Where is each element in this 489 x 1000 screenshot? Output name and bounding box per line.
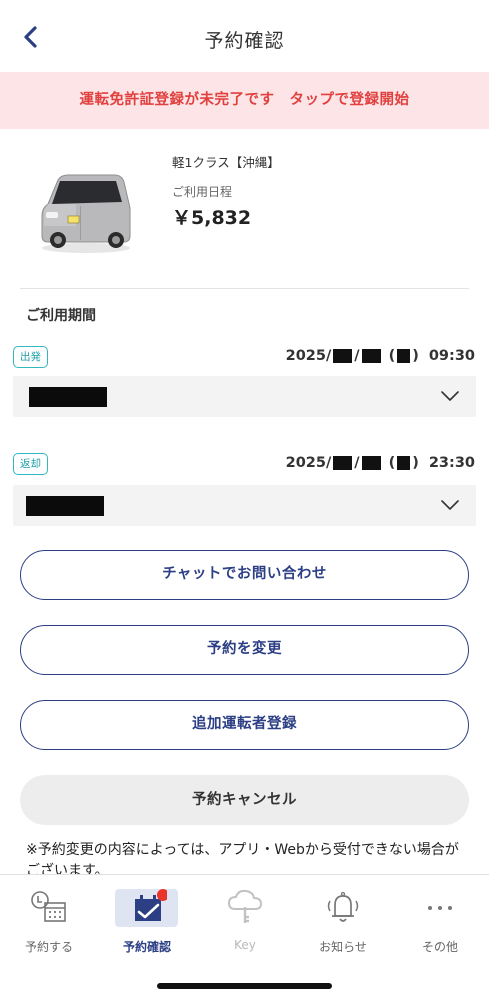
redacted-weekday (397, 349, 411, 363)
car-class: 軽1クラス【沖縄】 (172, 155, 280, 170)
tab-label: Key (234, 938, 256, 952)
tab-confirm[interactable]: 予約確認 (98, 875, 196, 975)
bell-icon (327, 891, 359, 922)
chevron-down-icon (441, 500, 459, 510)
page-title: 予約確認 (204, 30, 285, 52)
tab-label: お知らせ (319, 940, 367, 954)
tab-label: 予約する (24, 940, 73, 954)
chat-inquiry-button[interactable]: チャットでお問い合わせ (20, 550, 469, 600)
return-location-select[interactable] (13, 485, 476, 526)
redacted-weekday (397, 456, 411, 470)
more-icon (428, 906, 452, 910)
period-label: ご利用期間 (26, 308, 96, 324)
home-indicator (157, 983, 332, 989)
departure-datetime: 2025/ / ( ) 09:30 (285, 348, 475, 364)
redacted-day (361, 349, 381, 363)
redacted-month (333, 349, 353, 363)
redacted-location (29, 387, 107, 407)
add-driver-button[interactable]: 追加運転者登録 (20, 700, 469, 750)
tab-key[interactable]: Key (196, 875, 294, 975)
tab-reserve[interactable]: 予約する (0, 875, 98, 975)
calendar-clock-icon (31, 891, 66, 922)
departure-time: 09:30 (428, 348, 475, 364)
departure-year: 2025/ (285, 348, 332, 364)
car-image (41, 174, 131, 253)
header-bar: 予約確認 (0, 0, 489, 72)
tab-other[interactable]: その他 (391, 875, 489, 975)
redacted-day (361, 456, 381, 470)
return-datetime: 2025/ / ( ) 23:30 (285, 455, 475, 471)
key-cloud-icon (227, 889, 263, 923)
change-reservation-button[interactable]: 予約を変更 (20, 625, 469, 675)
return-time: 23:30 (428, 455, 475, 471)
departure-location-select[interactable] (13, 376, 476, 417)
cancel-reservation-button[interactable]: 予約キャンセル (20, 775, 469, 825)
return-year: 2025/ (285, 455, 332, 471)
return-badge: 返却 (13, 453, 48, 475)
chevron-down-icon (441, 391, 459, 401)
divider (20, 288, 469, 289)
tab-bar: 予約する 予約確認 Key お知らせ その他 (0, 874, 489, 1000)
calendar-check-icon (135, 889, 167, 921)
schedule-label: ご利用日程 (172, 185, 233, 199)
price: ￥5,832 (172, 207, 252, 229)
tab-label: その他 (421, 940, 458, 954)
redacted-location (26, 496, 104, 516)
license-alert-banner[interactable]: 運転免許証登録が未完了です タップで登録開始 (0, 72, 489, 129)
departure-badge: 出発 (13, 346, 48, 368)
change-note: ※予約変更の内容によっては、アプリ・Webから受付できない場合がございます。 (26, 842, 459, 874)
tab-label: 予約確認 (122, 940, 171, 954)
tab-news[interactable]: お知らせ (294, 875, 392, 975)
redacted-month (333, 456, 353, 470)
